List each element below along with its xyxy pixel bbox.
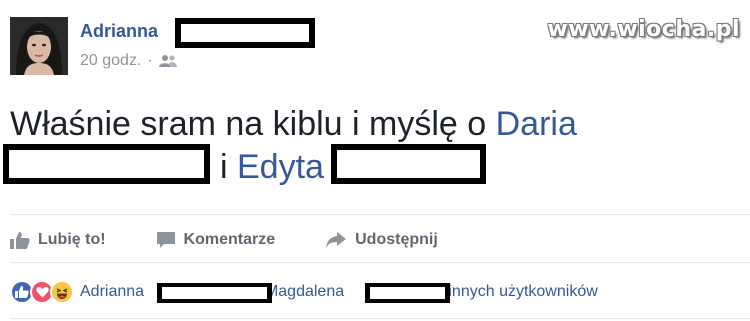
author-name[interactable]: Adrianna [80,21,158,42]
redaction-bar [175,18,315,48]
reactions-summary[interactable]: Adrianna, Magdalena13 innych użytkownikó… [10,280,598,304]
reaction-others[interactable]: 13 innych użytkowników [426,283,598,301]
share-label: Udostępnij [355,231,438,248]
divider [10,318,750,319]
reaction-name-2[interactable]: Magdalena [265,283,344,301]
redaction-bar [365,283,450,303]
author-avatar[interactable] [10,17,68,75]
redaction-bar [3,144,210,184]
share-icon [326,232,347,248]
share-button[interactable]: Udostępnij [325,231,438,249]
comment-icon [156,232,175,248]
redaction-bar [331,144,486,184]
like-button[interactable]: Lubię to! [10,231,106,249]
thumbs-up-icon [10,232,30,249]
redaction-bar [157,283,272,303]
meta-separator: · [147,52,153,69]
like-label: Lubię to! [38,231,106,248]
comment-button[interactable]: Komentarze [156,231,276,249]
post-text-line1: Właśnie sram na kiblu i myślę o [10,105,496,143]
comment-label: Komentarze [183,231,276,248]
divider [10,214,750,215]
mention-link-1[interactable]: Daria [496,105,577,143]
friends-icon[interactable] [158,54,177,68]
haha-reaction-icon[interactable] [50,280,74,304]
post-timestamp[interactable]: 20 godz. [80,52,141,70]
mention-link-2[interactable]: Edyta [237,148,324,186]
watermark: www.wiocha.pl [547,17,740,42]
action-bar: Lubię to! Komentarze Udostępnij [10,228,488,252]
post-meta: 20 godz. · [80,52,177,70]
divider [10,262,750,263]
post-text-conjunction: i [220,148,237,186]
reaction-name-1[interactable]: Adrianna [80,283,144,301]
